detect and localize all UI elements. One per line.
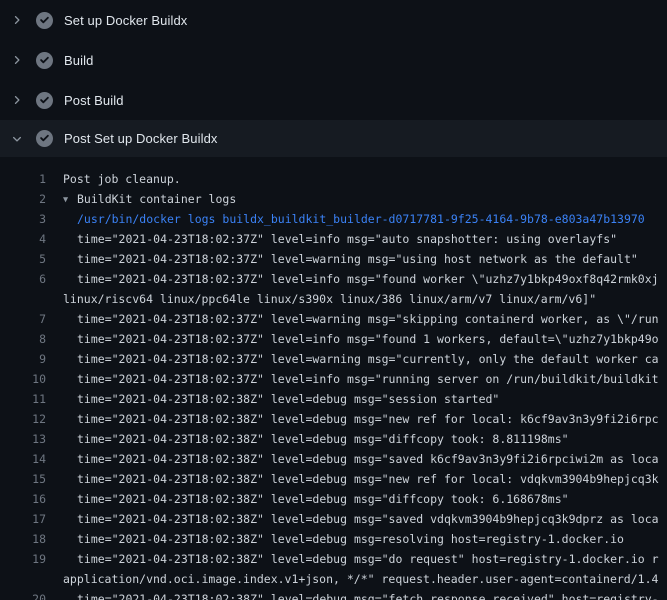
log-line: 17 time="2021-04-23T18:02:38Z" level=deb… <box>0 509 667 529</box>
log-line: 11 time="2021-04-23T18:02:38Z" level=deb… <box>0 389 667 409</box>
chevron-right-icon <box>10 93 24 107</box>
line-number[interactable]: 5 <box>0 249 46 269</box>
step-header-1[interactable]: Build <box>0 40 667 80</box>
log-line-text: time="2021-04-23T18:02:37Z" level=warnin… <box>77 309 659 329</box>
step-header-0[interactable]: Set up Docker Buildx <box>0 0 667 40</box>
log-line: 7 time="2021-04-23T18:02:37Z" level=warn… <box>0 309 667 329</box>
check-circle-icon <box>36 12 53 29</box>
actions-log-viewer: Set up Docker Buildx Build Post Build <box>0 0 667 600</box>
line-number[interactable]: 19 <box>0 549 46 569</box>
log-line-text: time="2021-04-23T18:02:37Z" level=info m… <box>77 269 659 289</box>
log-line: 15 time="2021-04-23T18:02:38Z" level=deb… <box>0 469 667 489</box>
line-number[interactable]: 17 <box>0 509 46 529</box>
log-line-text: time="2021-04-23T18:02:38Z" level=debug … <box>77 529 624 549</box>
log-line: application/vnd.oci.image.index.v1+json,… <box>0 569 667 589</box>
log-line: 10 time="2021-04-23T18:02:37Z" level=inf… <box>0 369 667 389</box>
line-number[interactable]: 16 <box>0 489 46 509</box>
line-number[interactable] <box>0 289 46 309</box>
line-number[interactable]: 6 <box>0 269 46 289</box>
log-line-text: /usr/bin/docker logs buildx_buildkit_bui… <box>77 209 645 229</box>
log-line: 8 time="2021-04-23T18:02:37Z" level=info… <box>0 329 667 349</box>
log-line-text: time="2021-04-23T18:02:37Z" level=warnin… <box>77 349 659 369</box>
log-line-text: time="2021-04-23T18:02:38Z" level=debug … <box>77 409 659 429</box>
log-line-text: time="2021-04-23T18:02:38Z" level=debug … <box>77 589 659 600</box>
line-number[interactable]: 14 <box>0 449 46 469</box>
check-circle-icon <box>36 92 53 109</box>
log-line-text: time="2021-04-23T18:02:38Z" level=debug … <box>77 549 659 569</box>
log-line: linux/riscv64 linux/ppc64le linux/s390x … <box>0 289 667 309</box>
log-output: 1 Post job cleanup. 2 ▼BuildKit containe… <box>0 157 667 600</box>
line-number[interactable]: 15 <box>0 469 46 489</box>
log-line: 14 time="2021-04-23T18:02:38Z" level=deb… <box>0 449 667 469</box>
log-line-text: time="2021-04-23T18:02:37Z" level=info m… <box>77 229 617 249</box>
log-line: 2 ▼BuildKit container logs <box>0 189 667 209</box>
group-toggle-icon[interactable]: ▼ <box>63 190 77 210</box>
log-line: 6 time="2021-04-23T18:02:37Z" level=info… <box>0 269 667 289</box>
line-number[interactable]: 12 <box>0 409 46 429</box>
log-line: 13 time="2021-04-23T18:02:38Z" level=deb… <box>0 429 667 449</box>
line-number[interactable] <box>0 569 46 589</box>
log-line-text: time="2021-04-23T18:02:37Z" level=warnin… <box>77 249 638 269</box>
line-number[interactable]: 3 <box>0 209 46 229</box>
step-label: Set up Docker Buildx <box>64 13 187 28</box>
line-number[interactable]: 18 <box>0 529 46 549</box>
log-line-text: time="2021-04-23T18:02:38Z" level=debug … <box>77 469 659 489</box>
line-number[interactable]: 20 <box>0 589 46 600</box>
log-line: 16 time="2021-04-23T18:02:38Z" level=deb… <box>0 489 667 509</box>
line-number[interactable]: 1 <box>0 169 46 189</box>
log-line: 3 /usr/bin/docker logs buildx_buildkit_b… <box>0 209 667 229</box>
step-list: Set up Docker Buildx Build Post Build <box>0 0 667 157</box>
log-line-text: application/vnd.oci.image.index.v1+json,… <box>63 569 658 589</box>
line-number[interactable]: 7 <box>0 309 46 329</box>
step-header-3[interactable]: Post Set up Docker Buildx <box>0 120 667 157</box>
line-number[interactable]: 2 <box>0 189 46 209</box>
log-line-text: ▼BuildKit container logs <box>63 189 236 209</box>
log-line-text: time="2021-04-23T18:02:38Z" level=debug … <box>77 389 499 409</box>
chevron-right-icon <box>10 53 24 67</box>
log-line: 19 time="2021-04-23T18:02:38Z" level=deb… <box>0 549 667 569</box>
step-label: Build <box>64 53 93 68</box>
chevron-right-icon <box>10 13 24 27</box>
log-line-text: time="2021-04-23T18:02:37Z" level=info m… <box>77 369 659 389</box>
log-line: 4 time="2021-04-23T18:02:37Z" level=info… <box>0 229 667 249</box>
line-number[interactable]: 10 <box>0 369 46 389</box>
log-line: 18 time="2021-04-23T18:02:38Z" level=deb… <box>0 529 667 549</box>
log-line: 1 Post job cleanup. <box>0 169 667 189</box>
step-label: Post Set up Docker Buildx <box>64 131 218 146</box>
log-line-text: time="2021-04-23T18:02:38Z" level=debug … <box>77 509 659 529</box>
line-number[interactable]: 11 <box>0 389 46 409</box>
log-line: 12 time="2021-04-23T18:02:38Z" level=deb… <box>0 409 667 429</box>
log-line-text: time="2021-04-23T18:02:38Z" level=debug … <box>77 489 569 509</box>
line-number[interactable]: 13 <box>0 429 46 449</box>
step-header-2[interactable]: Post Build <box>0 80 667 120</box>
log-line-text: time="2021-04-23T18:02:38Z" level=debug … <box>77 429 569 449</box>
line-number[interactable]: 9 <box>0 349 46 369</box>
check-circle-icon <box>36 52 53 69</box>
log-line-text: time="2021-04-23T18:02:37Z" level=info m… <box>77 329 659 349</box>
chevron-down-icon <box>10 132 24 146</box>
log-line: 5 time="2021-04-23T18:02:37Z" level=warn… <box>0 249 667 269</box>
log-line-text: Post job cleanup. <box>63 169 181 189</box>
log-line: 20 time="2021-04-23T18:02:38Z" level=deb… <box>0 589 667 600</box>
log-line: 9 time="2021-04-23T18:02:37Z" level=warn… <box>0 349 667 369</box>
log-line-text: time="2021-04-23T18:02:38Z" level=debug … <box>77 449 659 469</box>
line-number[interactable]: 8 <box>0 329 46 349</box>
line-number[interactable]: 4 <box>0 229 46 249</box>
step-label: Post Build <box>64 93 124 108</box>
check-circle-icon <box>36 130 53 147</box>
log-line-text: linux/riscv64 linux/ppc64le linux/s390x … <box>63 289 596 309</box>
